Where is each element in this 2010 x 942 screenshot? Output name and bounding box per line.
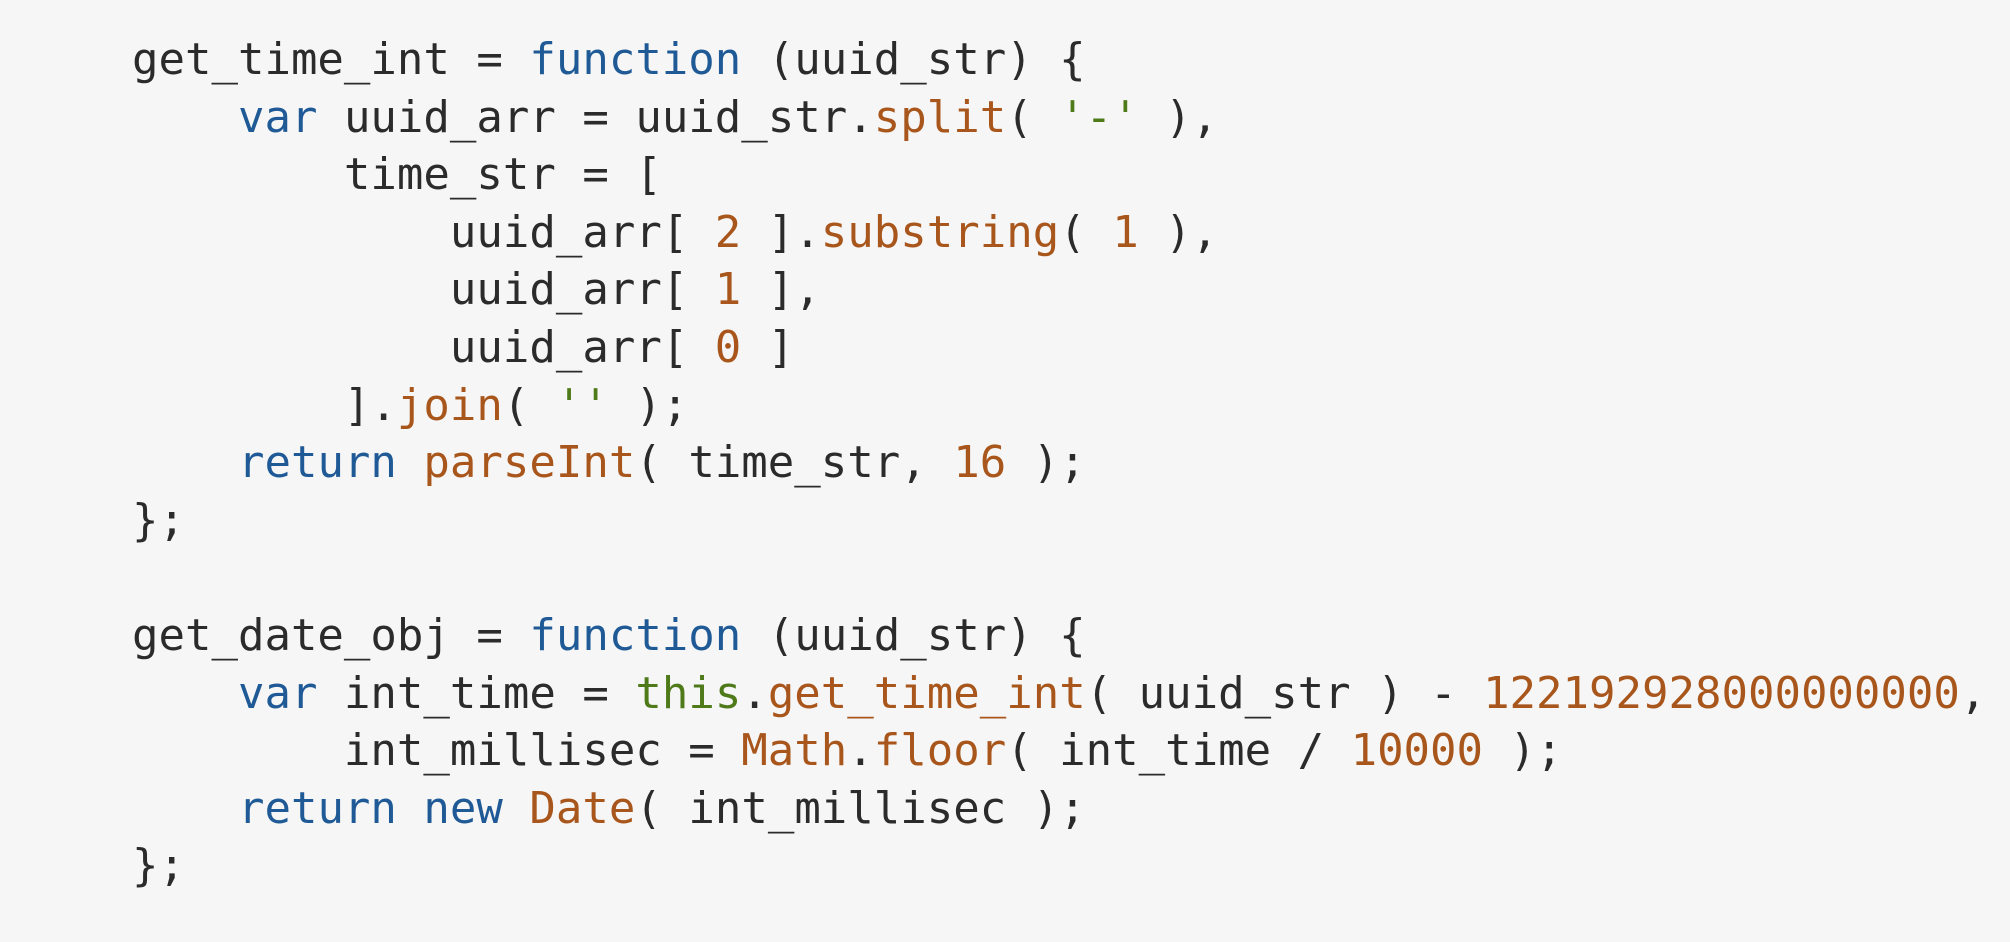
number-token: 2 bbox=[714, 206, 742, 258]
function-token: Math bbox=[741, 725, 848, 777]
text-token: ( bbox=[502, 379, 556, 431]
text-token: }; bbox=[132, 494, 185, 546]
code-line: uuid_arr[ 0 ] bbox=[132, 319, 1986, 377]
code-line: time_str = [ bbox=[132, 146, 1986, 204]
text-token: ); bbox=[608, 379, 689, 431]
string-token: '-' bbox=[1059, 91, 1139, 143]
text-token: ]. bbox=[741, 206, 821, 258]
function-token: Date bbox=[529, 782, 636, 834]
text-token: . bbox=[741, 667, 768, 719]
this-token: this bbox=[635, 667, 742, 719]
function-token: get_time_int bbox=[767, 667, 1086, 719]
number-token: 1 bbox=[1112, 206, 1139, 258]
keyword-token: function bbox=[529, 609, 742, 661]
text-token: ( int_time / bbox=[1006, 725, 1351, 777]
text-token: ), bbox=[1138, 206, 1219, 258]
keyword-token: return bbox=[237, 782, 397, 834]
code-line: ].join( '' ); bbox=[132, 377, 1986, 435]
code-line: var int_time = this.get_time_int( uuid_s… bbox=[132, 665, 1986, 723]
function-token: join bbox=[396, 379, 503, 431]
code-line: return new Date( int_millisec ); bbox=[132, 780, 1986, 838]
keyword-token: function bbox=[529, 34, 742, 85]
text-token: ]. bbox=[132, 379, 397, 431]
code-lines: get_time_int = function (uuid_str) { var… bbox=[132, 31, 1986, 895]
text-token: uuid_arr[ bbox=[132, 206, 715, 258]
function-token: substring bbox=[820, 206, 1060, 258]
number-token: 1 bbox=[714, 264, 742, 316]
code-line: }; bbox=[132, 837, 1986, 895]
function-token: floor bbox=[873, 725, 1007, 777]
code-line: get_date_obj = function (uuid_str) { bbox=[132, 607, 1986, 665]
number-token: 16 bbox=[953, 437, 1007, 489]
function-token: parseInt bbox=[423, 437, 636, 489]
text-token: ] bbox=[741, 321, 795, 373]
text-token: ( time_str, bbox=[635, 437, 954, 489]
number-token: 122192928000000000 bbox=[1483, 667, 1960, 719]
text-token: ); bbox=[1006, 437, 1086, 489]
number-token: 0 bbox=[714, 321, 742, 373]
code-line: uuid_arr[ 2 ].substring( 1 ), bbox=[132, 204, 1986, 262]
keyword-token: var bbox=[237, 91, 318, 143]
code-line: }; bbox=[132, 492, 1986, 550]
keyword-token: var bbox=[237, 667, 318, 719]
text-token: uuid_arr = uuid_str. bbox=[317, 91, 874, 143]
text-token: uuid_arr[ bbox=[132, 321, 715, 373]
text-token: (uuid_str) { bbox=[741, 609, 1086, 661]
text-token: ), bbox=[1138, 91, 1219, 143]
text-token: }; bbox=[132, 840, 185, 892]
keyword-token: return bbox=[237, 437, 397, 489]
text-token: ); bbox=[1483, 725, 1563, 777]
code-line: uuid_arr[ 1 ], bbox=[132, 261, 1986, 319]
text-token: (uuid_str) { bbox=[741, 34, 1086, 85]
text-token: uuid_arr[ bbox=[132, 264, 715, 316]
text-token: , bbox=[1959, 667, 1987, 719]
code-block: get_time_int = function (uuid_str) { var… bbox=[0, 0, 2010, 942]
text-token: int_millisec = bbox=[132, 725, 742, 777]
text-token: get_date_obj = bbox=[132, 609, 530, 661]
text-token: ( int_millisec ); bbox=[635, 782, 1086, 834]
text-token: ], bbox=[741, 264, 821, 316]
code-line: return parseInt( time_str, 16 ); bbox=[132, 434, 1986, 492]
text-token: time_str = [ bbox=[132, 149, 662, 201]
text-token: ( bbox=[1006, 91, 1060, 143]
text-token: . bbox=[847, 725, 874, 777]
number-token: 10000 bbox=[1350, 725, 1484, 777]
text-token: ( uuid_str ) - bbox=[1085, 667, 1484, 719]
code-line: var uuid_arr = uuid_str.split( '-' ), bbox=[132, 89, 1986, 147]
text-token: ( bbox=[1059, 206, 1113, 258]
function-token: split bbox=[873, 91, 1007, 143]
text-token: get_time_int = bbox=[132, 34, 530, 85]
code-line: get_time_int = function (uuid_str) { bbox=[132, 31, 1986, 89]
text-token: int_time = bbox=[317, 667, 636, 719]
string-token: '' bbox=[555, 379, 609, 431]
keyword-token: new bbox=[423, 782, 503, 834]
code-line: int_millisec = Math.floor( int_time / 10… bbox=[132, 722, 1986, 780]
